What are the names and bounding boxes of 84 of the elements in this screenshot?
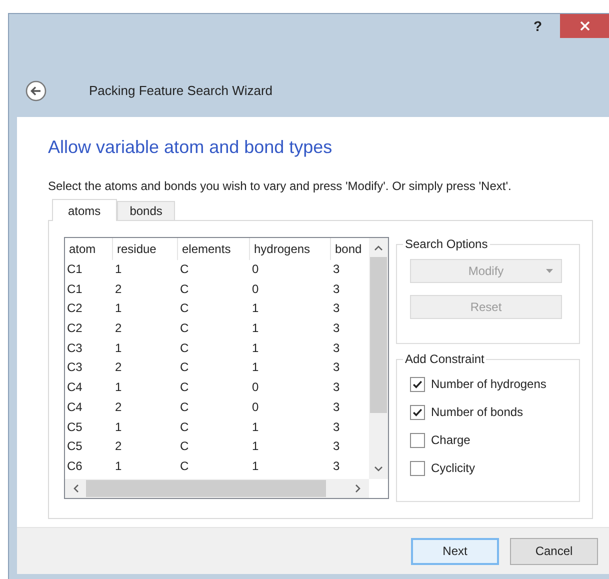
table-cell-text: 3 (332, 458, 341, 475)
tab[interactable]: bonds (116, 201, 176, 220)
table-cell-text: 1 (114, 418, 123, 436)
table-cell-text: 2 (114, 359, 123, 376)
caret-icon (546, 269, 553, 273)
table-cell-text: 3 (332, 379, 341, 396)
table-cell-text: 3 (332, 398, 341, 416)
checkbox-label: Cyclicity (431, 461, 475, 475)
table-cell-text: C (179, 379, 190, 396)
group-title: Search Options (403, 237, 490, 251)
table-cell-text: C (179, 280, 190, 298)
dialog-button[interactable]: Cancel (510, 538, 598, 564)
table-cell-text: 2 (114, 438, 123, 456)
table-cell-text: C1 (66, 261, 84, 278)
tab[interactable]: atoms (52, 199, 117, 221)
table-cell-text: C1 (66, 280, 84, 298)
checkbox[interactable] (410, 460, 425, 476)
table-cell-text: C2 (66, 300, 84, 318)
close-icon (580, 21, 590, 31)
table-cell-text: C (179, 320, 190, 338)
table-cell-text: C2 (66, 320, 84, 338)
table-cell-text: C (179, 261, 190, 278)
table-cell-text: 3 (332, 359, 341, 376)
table-cell-text: C (179, 458, 190, 475)
table-cell-text: 1 (251, 458, 260, 475)
table-cell-text: C (179, 300, 190, 318)
checkbox[interactable] (410, 432, 425, 448)
table-cell-text: 3 (332, 300, 341, 318)
table-cell-text: C3 (66, 359, 84, 376)
table-cell-text: 0 (251, 379, 260, 396)
table-cell-text: C (179, 398, 190, 416)
table-cell-text: 1 (251, 300, 260, 318)
table-cell-text: C6 (66, 458, 84, 475)
table-cell-text: 2 (114, 320, 123, 338)
checkbox-label: Number of hydrogens (431, 377, 546, 391)
group-title: Add Constraint (403, 352, 486, 366)
table-cell-text: 3 (332, 418, 341, 436)
scroll-thumb[interactable] (86, 480, 326, 497)
table-cell-text: C4 (66, 398, 84, 416)
page-heading: Allow variable atom and bond types (48, 137, 334, 158)
table-cell-text: C5 (66, 418, 84, 436)
table-cell-text: 1 (114, 340, 123, 357)
table-cell-text: 1 (251, 359, 260, 376)
table-cell-text: 1 (251, 438, 260, 456)
table-cell-text: C5 (66, 438, 84, 456)
table-cell-text: 1 (251, 340, 260, 357)
close-button[interactable] (560, 14, 609, 38)
checkbox[interactable] (410, 376, 425, 392)
table-cell-text: C (179, 340, 190, 357)
checkbox[interactable] (410, 404, 425, 420)
dialog-button[interactable]: Next (411, 538, 499, 564)
column-header[interactable]: residue (113, 238, 178, 260)
table-cell-text: 3 (332, 320, 341, 338)
table-cell-text: C4 (66, 379, 84, 396)
scroll-thumb[interactable] (370, 257, 387, 413)
table-cell-text: 2 (114, 398, 123, 416)
table-cell-text: 0 (251, 398, 260, 416)
table-cell-text: C3 (66, 340, 84, 357)
table-cell-text: 3 (332, 438, 341, 456)
column-header[interactable]: elements (178, 238, 250, 260)
column-header[interactable]: atom (65, 238, 113, 260)
column-header[interactable]: hydrogens (250, 238, 331, 260)
table-cell-text: C (179, 418, 190, 436)
table-cell-text: 1 (114, 300, 123, 318)
checkbox-label: Number of bonds (431, 405, 524, 419)
table-cell-text: 3 (332, 261, 341, 278)
table-cell-text: 0 (251, 280, 260, 298)
table-cell-text: 1 (114, 261, 123, 278)
table-cell-text: C (179, 438, 190, 456)
horizontal-scrollbar[interactable] (65, 479, 369, 498)
table-cell-text: 0 (251, 261, 260, 278)
table-cell-text: C (179, 359, 190, 376)
table-cell-text: 3 (332, 340, 341, 357)
table-cell-text: 1 (251, 418, 260, 436)
table-cell-text: 1 (251, 320, 260, 338)
table-cell-text: 1 (114, 379, 123, 396)
vertical-scrollbar[interactable] (369, 238, 388, 479)
window-title: Packing Feature Search Wizard (89, 83, 273, 98)
table-cell-text: 3 (332, 280, 341, 298)
instruction-text: Select the atoms and bonds you wish to vary and press 'Modify'. Or simply press 'Next'. (48, 179, 512, 193)
checkbox-label: Charge (431, 433, 470, 447)
table-cell-text: 2 (114, 280, 123, 298)
help-button[interactable]: ? (533, 18, 542, 34)
table-cell-text: 1 (114, 458, 123, 475)
